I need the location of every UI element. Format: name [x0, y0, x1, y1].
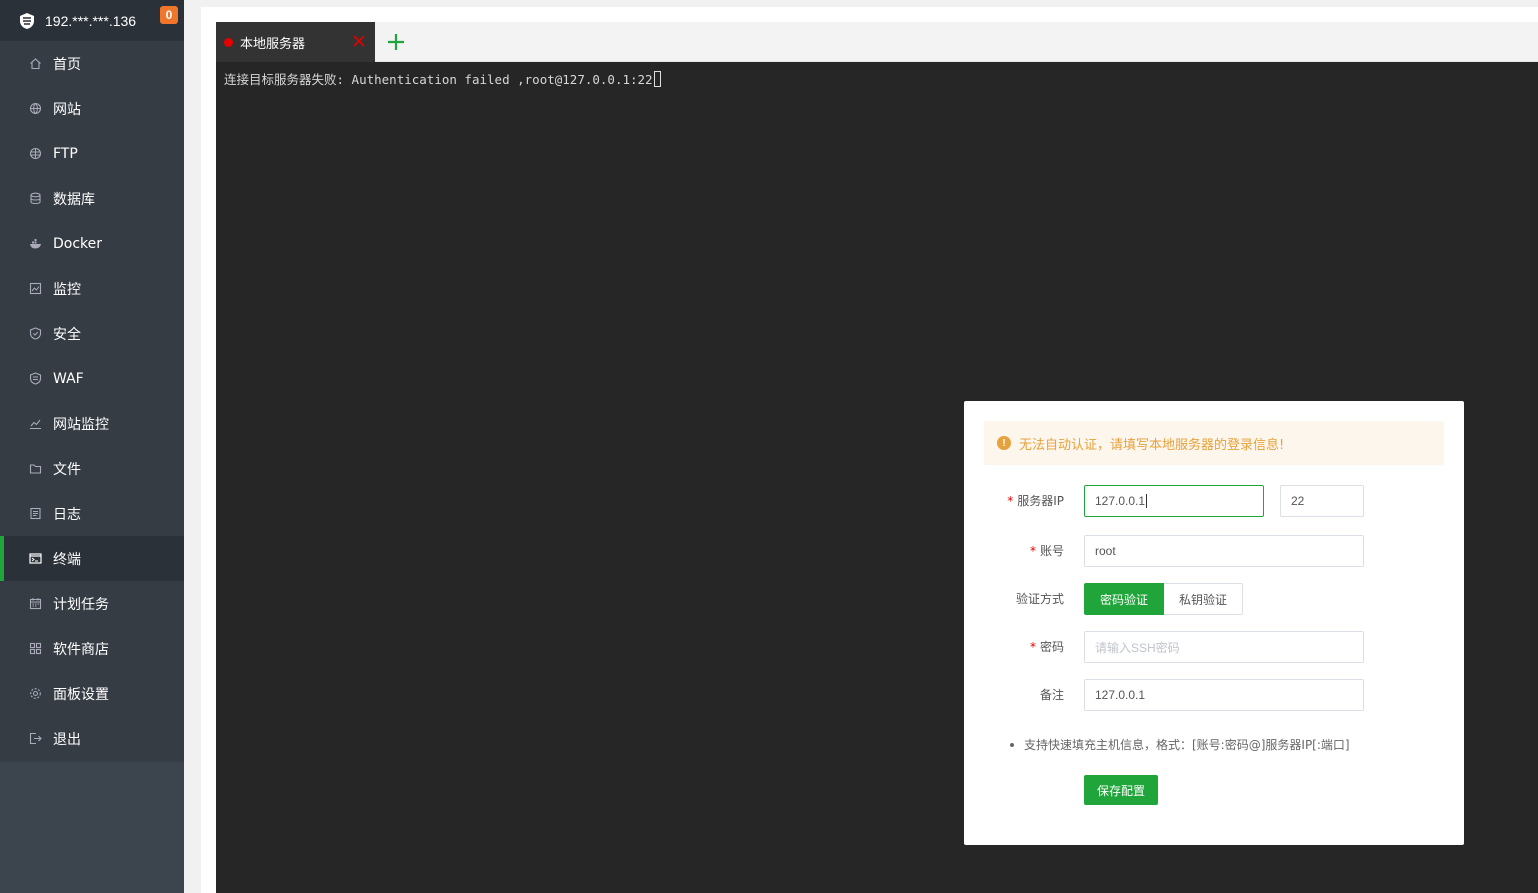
- sidebar-item-7[interactable]: WAF: [0, 356, 184, 401]
- server-ip-label: * 服务器IP: [1007, 494, 1064, 508]
- warning-icon: !: [997, 436, 1011, 450]
- monitor-chart-icon: [29, 282, 42, 295]
- remark-row: 备注 127.0.0.1: [964, 679, 1464, 711]
- sidebar-item-15[interactable]: 退出: [0, 716, 184, 761]
- terminal-output-line: 连接目标服务器失败: Authentication failed ,root@1…: [224, 69, 661, 88]
- sidebar-item-label: 首页: [53, 56, 81, 73]
- gear-icon: [29, 687, 42, 700]
- key-auth-option[interactable]: 私钥验证: [1164, 583, 1244, 615]
- sidebar-menu: 首页网站 FTP 数据库 Docker 监控安全 WAF 网站监控文件日志终端计划任务软件商…: [0, 41, 184, 761]
- alert-text: 无法自动认证，请填写本地服务器的登录信息!: [1019, 437, 1285, 453]
- account-label: * 账号: [1029, 544, 1064, 558]
- sidebar-item-2[interactable]: FTP: [0, 131, 184, 176]
- sidebar-item-label: 网站监控: [53, 416, 109, 433]
- sidebar-item-3[interactable]: 数据库: [0, 176, 184, 221]
- sidebar-item-5[interactable]: 监控: [0, 266, 184, 311]
- sidebar-item-12[interactable]: 计划任务: [0, 581, 184, 626]
- format-tip: 支持快速填充主机信息，格式：[账号:密码@]服务器IP[:端口]: [1010, 736, 1350, 753]
- sidebar-item-9[interactable]: 文件: [0, 446, 184, 491]
- account-input[interactable]: root: [1084, 535, 1364, 567]
- sidebar-item-label: 退出: [53, 731, 81, 748]
- sidebar-item-label: 安全: [53, 326, 81, 343]
- database-icon: [29, 192, 42, 205]
- password-auth-option[interactable]: 密码验证: [1084, 583, 1165, 615]
- sidebar-item-label: WAF: [53, 370, 84, 387]
- ssh-login-dialog: ! 无法自动认证，请填写本地服务器的登录信息! * 服务器IP 127.0.0.1…: [964, 401, 1464, 845]
- auth-method-toggle: 密码验证 私钥验证: [1084, 583, 1244, 615]
- sidebar-item-11[interactable]: 终端: [0, 536, 184, 581]
- home-icon: [29, 57, 42, 70]
- panel-logo-icon: [20, 12, 34, 29]
- sidebar-item-label: 网站: [53, 101, 81, 118]
- sidebar-item-8[interactable]: 网站监控: [0, 401, 184, 446]
- sidebar-item-label: 面板设置: [53, 686, 109, 703]
- globe-icon: [29, 102, 42, 115]
- close-icon[interactable]: [352, 34, 366, 48]
- auth-method-row: 验证方式 密码验证 私钥验证: [964, 583, 1464, 615]
- shield-icon: [29, 327, 42, 340]
- server-ip: 192.***.***.136: [45, 12, 137, 29]
- port-input[interactable]: 22: [1280, 485, 1364, 517]
- sidebar-item-10[interactable]: 日志: [0, 491, 184, 536]
- sidebar-item-label: 软件商店: [53, 641, 109, 658]
- sidebar-item-0[interactable]: 首页: [0, 41, 184, 86]
- warning-alert: ! 无法自动认证，请填写本地服务器的登录信息!: [984, 421, 1444, 465]
- sidebar-item-label: 计划任务: [53, 596, 109, 613]
- sidebar: 192.***.***.136 0 首页网站 FTP 数据库 Docker 监控安全 WA…: [0, 0, 184, 893]
- ftp-globe-icon: [29, 147, 42, 160]
- sidebar-item-6[interactable]: 安全: [0, 311, 184, 356]
- notification-badge[interactable]: 0: [160, 6, 178, 24]
- docker-icon: [29, 237, 42, 250]
- waf-shield-icon: [29, 372, 42, 385]
- tab-label: 本地服务器: [240, 36, 306, 52]
- tab-local-server[interactable]: 本地服务器: [216, 22, 375, 62]
- password-input[interactable]: 请输入SSH密码: [1084, 631, 1364, 663]
- save-config-button[interactable]: 保存配置: [1084, 775, 1158, 805]
- terminal-icon: [29, 552, 42, 565]
- remark-input[interactable]: 127.0.0.1: [1084, 679, 1364, 711]
- terminal-output-text: 连接目标服务器失败: Authentication failed ,root@1…: [224, 72, 653, 87]
- sidebar-menu-panel: 192.***.***.136 0 首页网站 FTP 数据库 Docker 监控安全 WA…: [0, 0, 184, 762]
- sidebar-header: 192.***.***.136 0: [0, 0, 184, 41]
- remark-label: 备注: [1039, 688, 1064, 702]
- site-monitor-icon: [29, 417, 42, 430]
- server-ip-row: * 服务器IP 127.0.0.1 22: [964, 485, 1464, 517]
- sidebar-item-14[interactable]: 面板设置: [0, 671, 184, 716]
- auth-method-label: 验证方式: [1015, 592, 1064, 606]
- account-row: * 账号 root: [964, 535, 1464, 567]
- tip-bullet: [1010, 742, 1014, 747]
- terminal-tab-bar: 本地服务器: [216, 22, 1538, 62]
- password-label: * 密码: [1029, 640, 1064, 654]
- logout-icon: [29, 732, 42, 745]
- sidebar-item-label: 监控: [53, 281, 81, 298]
- sidebar-item-4[interactable]: Docker: [0, 221, 184, 266]
- calendar-icon: [29, 597, 42, 610]
- apps-grid-icon: [29, 642, 42, 655]
- terminal-cursor: [653, 71, 661, 87]
- tip-text: 支持快速填充主机信息，格式：[账号:密码@]服务器IP[:端口]: [1024, 738, 1350, 752]
- server-ip-input[interactable]: 127.0.0.1: [1084, 485, 1264, 517]
- password-row: * 密码 请输入SSH密码: [964, 631, 1464, 663]
- sidebar-item-label: Docker: [53, 235, 103, 252]
- add-tab-plus-icon[interactable]: [386, 31, 406, 53]
- sidebar-item-label: 文件: [53, 461, 81, 478]
- sidebar-item-1[interactable]: 网站: [0, 86, 184, 131]
- sidebar-item-label: 数据库: [53, 191, 95, 208]
- folder-icon: [29, 462, 42, 475]
- sidebar-item-13[interactable]: 软件商店: [0, 626, 184, 671]
- sidebar-item-label: FTP: [53, 145, 78, 162]
- sidebar-item-label: 终端: [53, 551, 81, 568]
- log-icon: [29, 507, 42, 520]
- sidebar-item-label: 日志: [53, 506, 81, 523]
- status-dot: [224, 37, 233, 47]
